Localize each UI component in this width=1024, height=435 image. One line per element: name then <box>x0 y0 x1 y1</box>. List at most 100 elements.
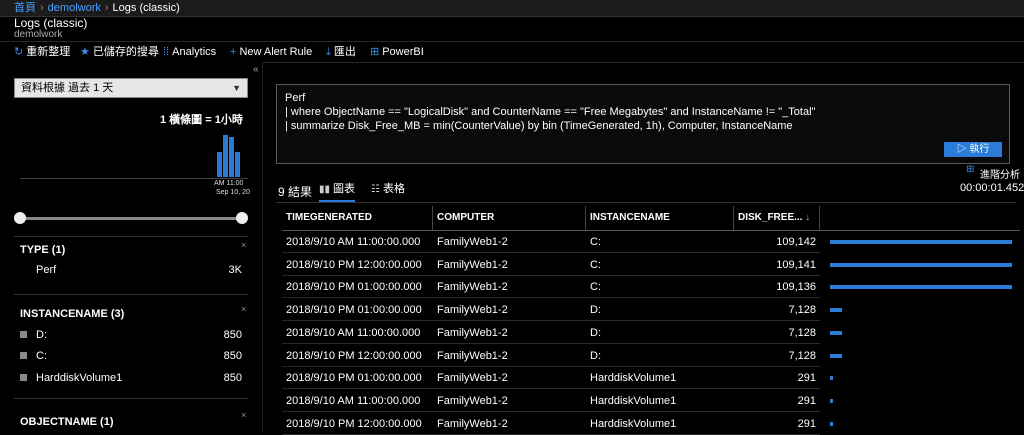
cell-computer: FamilyWeb1-2 <box>437 258 508 271</box>
table-row[interactable]: 2018/9/10 PM 12:00:00.000 FamilyWeb1-2 Har… <box>282 413 1022 435</box>
advanced-analytics-link[interactable]: 進階分析 <box>980 166 1020 181</box>
column-header-disk-free[interactable]: DISK_FREE... ↓ <box>734 206 820 230</box>
checkbox[interactable] <box>20 352 27 359</box>
chevron-right-icon: › <box>40 2 44 14</box>
toolbar: ↻ 重新整理 ★ 已儲存的搜尋 ⁞⁞ Analytics + New Alert Rul… <box>0 41 1024 63</box>
breadcrumb-current: Logs (classic) <box>112 2 180 14</box>
divider <box>14 294 248 295</box>
cell-time: 2018/9/10 PM 12:00:00.000 <box>286 349 422 362</box>
run-button[interactable]: ▷ 執行 <box>944 142 1002 157</box>
column-header-computer[interactable]: COMPUTER <box>433 206 586 230</box>
query-line: | summarize Disk_Free_MB = min(CounterVa… <box>285 120 793 132</box>
facet-item-c[interactable]: C: 850 <box>20 350 242 364</box>
checkbox[interactable] <box>20 331 27 338</box>
chevron-right-icon: › <box>104 2 109 14</box>
query-line: | where ObjectName == "LogicalDisk" and … <box>285 106 816 118</box>
cell-disk-free: 7,128 <box>788 326 816 339</box>
cell-computer: FamilyWeb1-2 <box>437 326 508 339</box>
new-alert-rule-button[interactable]: + New Alert Rule <box>230 42 312 62</box>
table-row[interactable]: 2018/9/10 PM 01:00:00.000 FamilyWeb1-2 D: 7… <box>282 299 1022 322</box>
cell-time: 2018/9/10 PM 12:00:00.000 <box>286 258 422 271</box>
table-row[interactable]: 2018/9/10 PM 12:00:00.000 FamilyWeb1-2 D: 7… <box>282 345 1022 367</box>
data-bar <box>830 330 842 335</box>
tabs-divider <box>276 202 1016 203</box>
powerbi-icon: ⊞ <box>370 46 380 58</box>
table-row[interactable]: 2018/9/10 PM 01:00:00.000 FamilyWeb1-2 C: 1… <box>282 276 1022 299</box>
facet-item-count: 850 <box>223 329 242 341</box>
facet-title-instancename: INSTANCENAME (3) <box>20 308 125 320</box>
breadcrumb-home[interactable]: 首頁 <box>14 2 36 14</box>
data-bar <box>830 398 833 403</box>
column-header-instancename[interactable]: INSTANCENAME <box>586 206 734 230</box>
facet-item-count: 850 <box>223 350 242 362</box>
refresh-button[interactable]: ↻ 重新整理 <box>14 42 70 62</box>
cell-disk-free: 7,128 <box>788 349 816 362</box>
cell-instance: D: <box>590 326 601 339</box>
time-slider-start-handle[interactable] <box>14 212 26 224</box>
close-icon[interactable]: × <box>241 410 246 420</box>
table-row[interactable]: 2018/9/10 PM 12:00:00.000 FamilyWeb1-2 C: 1… <box>282 254 1022 276</box>
breadcrumb: 首頁 › demolwork › Logs (classic) <box>0 0 1024 17</box>
table-row[interactable]: 2018/9/10 AM 11:00:00.000 FamilyWeb1-2 D: 7… <box>282 322 1022 344</box>
cell-time: 2018/9/10 AM 11:00:00.000 <box>286 394 421 407</box>
table-row[interactable]: 2018/9/10 AM 11:00:00.000 FamilyWeb1-2 C: 1… <box>282 231 1022 253</box>
cell-time: 2018/9/10 PM 01:00:00.000 <box>286 372 422 385</box>
execution-time: 00:00:01.452 <box>960 182 1024 194</box>
cell-instance: C: <box>590 281 601 294</box>
cell-computer: FamilyWeb1-2 <box>437 417 508 430</box>
tab-table[interactable]: ☷ 表格 <box>371 182 405 200</box>
data-bar <box>830 240 1012 244</box>
breadcrumb-workspace[interactable]: demolwork <box>48 2 101 14</box>
analytics-icon: ⁞⁞ <box>163 46 170 58</box>
play-icon: ▷ <box>956 144 970 155</box>
results-count: 9 結果 <box>278 185 313 199</box>
facet-item-harddiskvolume1[interactable]: HarddiskVolume1 850 <box>20 372 242 386</box>
chevron-down-icon: ▼ <box>232 83 241 93</box>
table-row[interactable]: 2018/9/10 AM 11:00:00.000 FamilyWeb1-2 Har… <box>282 390 1022 412</box>
time-range-select[interactable]: 資料根據 過去 1 天 ▼ <box>14 78 248 98</box>
saved-searches-button[interactable]: ★ 已儲存的搜尋 <box>80 42 159 62</box>
powerbi-button[interactable]: ⊞ PowerBI <box>370 42 424 62</box>
close-icon[interactable]: × <box>241 304 246 314</box>
histogram-x-label: AM 11:00 <box>214 180 244 187</box>
time-slider-track[interactable] <box>20 217 242 220</box>
time-range-value: 資料根據 過去 1 天 <box>21 82 114 94</box>
collapse-panel-icon[interactable]: « <box>253 64 259 75</box>
divider <box>14 398 248 399</box>
cell-disk-free: 291 <box>797 372 816 385</box>
column-header-timegenerated[interactable]: TIMEGENERATED <box>282 206 433 230</box>
cell-computer: FamilyWeb1-2 <box>437 372 508 385</box>
histogram-bar[interactable] <box>235 152 240 177</box>
histogram-bar[interactable] <box>223 135 228 177</box>
cell-disk-free: 291 <box>797 394 816 407</box>
cell-time: 2018/9/10 AM 11:00:00.000 <box>286 236 421 248</box>
cell-instance: D: <box>590 304 601 317</box>
histogram-bar[interactable] <box>217 152 222 177</box>
data-bar <box>830 308 842 313</box>
title-area: Logs (classic) demolwork <box>14 17 87 40</box>
time-slider-end-handle[interactable] <box>236 212 248 224</box>
close-icon[interactable]: × <box>241 240 246 250</box>
data-bar <box>830 421 833 426</box>
histogram-bar[interactable] <box>229 137 234 177</box>
plus-icon: + <box>230 46 237 58</box>
facet-item-perf[interactable]: Perf 3K <box>20 264 242 278</box>
export-button[interactable]: ⤓ 匯出 <box>326 42 356 62</box>
data-bar <box>830 285 1012 290</box>
table-row[interactable]: 2018/9/10 PM 01:00:00.000 FamilyWeb1-2 Har… <box>282 367 1022 390</box>
histogram-x-date: Sep 10, 20 <box>216 189 250 196</box>
cell-disk-free: 7,128 <box>788 304 816 317</box>
divider <box>14 236 248 237</box>
tab-chart[interactable]: ▮▮ 圖表 <box>319 182 356 202</box>
checkbox[interactable] <box>20 374 27 381</box>
analytics-button[interactable]: ⁞⁞ Analytics <box>163 42 216 62</box>
cell-disk-free: 109,142 <box>776 236 816 248</box>
facet-item-d[interactable]: D: 850 <box>20 329 242 343</box>
data-bar <box>830 376 833 381</box>
cell-time: 2018/9/10 PM 01:00:00.000 <box>286 304 422 317</box>
cell-computer: FamilyWeb1-2 <box>437 349 508 362</box>
cell-instance: HarddiskVolume1 <box>590 394 677 407</box>
refresh-icon: ↻ <box>14 46 24 58</box>
query-editor[interactable]: Perf | where ObjectName == "LogicalDisk"… <box>276 84 1010 164</box>
cell-disk-free: 109,136 <box>776 281 816 294</box>
